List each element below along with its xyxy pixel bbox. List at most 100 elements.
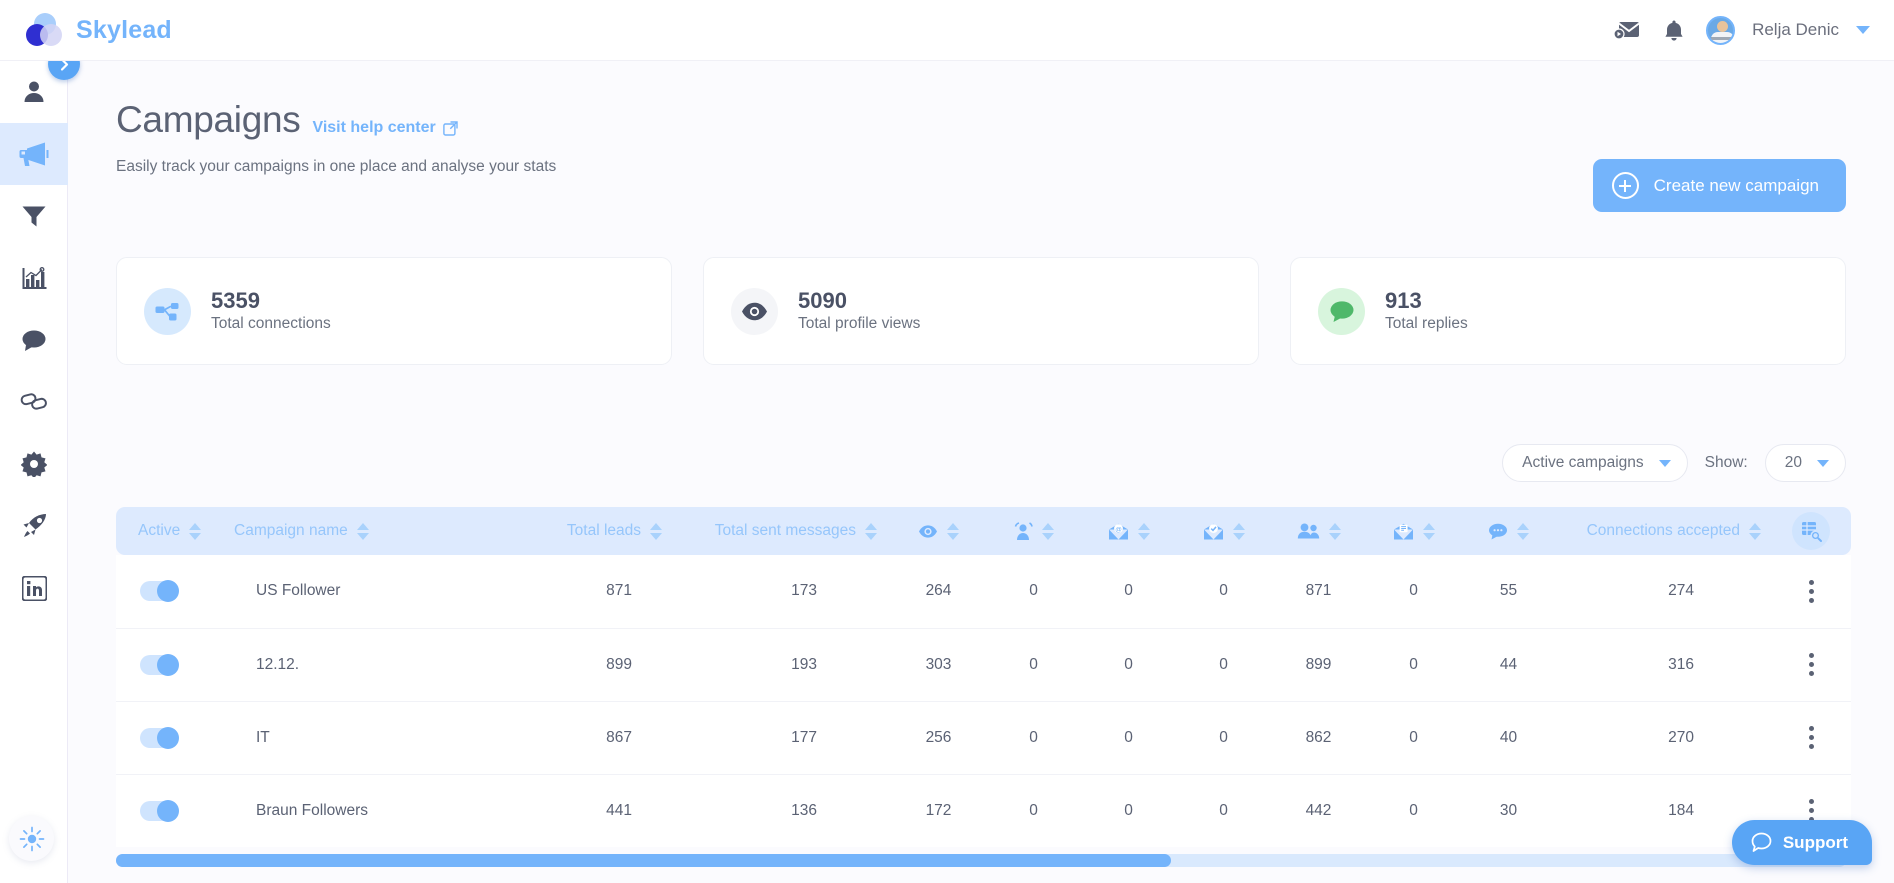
visit-help-center-link[interactable]: Visit help center (312, 119, 458, 137)
campaign-active-toggle[interactable] (140, 726, 179, 749)
sort-toggle-icon[interactable] (1749, 522, 1761, 540)
sidebar-item-campaigns[interactable] (0, 123, 68, 185)
col-profile-views[interactable] (891, 507, 986, 555)
sort-toggle-icon[interactable] (189, 522, 202, 540)
col-inmails-sent[interactable]: @ (1081, 507, 1176, 555)
col-connections-accepted[interactable]: Connections accepted (1556, 507, 1771, 555)
cell-total-sent: 177 (676, 701, 891, 775)
kebab-menu-icon[interactable] (1771, 726, 1851, 749)
table-row[interactable]: US Follower 871 173 264 0 0 0 871 0 55 2… (116, 555, 1851, 629)
cell-profile-views: 172 (891, 774, 986, 847)
stat-cards: 5359 Total connections 5090 Total profil… (116, 257, 1846, 365)
campaign-active-toggle[interactable] (140, 580, 179, 603)
cell-inmails-sent: 0 (1081, 628, 1176, 702)
sort-toggle-icon[interactable] (1422, 522, 1435, 540)
theme-toggle-button[interactable] (9, 816, 54, 861)
kebab-menu-icon[interactable] (1771, 579, 1851, 603)
rocket-icon (23, 514, 46, 537)
cell-email-replies: 0 (1366, 555, 1461, 629)
sidebar-item-analytics[interactable] (0, 247, 68, 309)
chevron-down-icon[interactable] (1856, 26, 1870, 34)
cell-inmails-opened: 0 (1176, 628, 1271, 702)
support-label: Support (1782, 832, 1848, 852)
brand-name: Skylead (76, 15, 172, 44)
mail-icon[interactable] (1612, 15, 1642, 45)
cell-total-sent: 173 (676, 555, 891, 629)
follow-person-icon (1014, 521, 1033, 540)
chevron-down-icon (1817, 459, 1829, 467)
user-name: Relja Denic (1752, 20, 1839, 39)
column-settings-button[interactable] (1792, 512, 1830, 550)
sort-toggle-icon[interactable] (1328, 522, 1341, 540)
avatar[interactable] (1706, 15, 1736, 45)
stat-card-profile-views: 5090 Total profile views (703, 257, 1259, 365)
support-button[interactable]: Support (1731, 820, 1872, 865)
cell-active (116, 628, 216, 702)
cell-follows: 0 (986, 774, 1081, 847)
stat-card-connections: 5359 Total connections (116, 257, 672, 365)
col-campaign-name[interactable]: Campaign name (216, 507, 516, 555)
col-settings[interactable] (1771, 507, 1851, 555)
cell-connections-accepted: 274 (1556, 555, 1771, 629)
sidebar-item-integrations[interactable] (0, 371, 68, 433)
campaign-status-dropdown[interactable]: Active campaigns (1502, 444, 1688, 482)
col-active[interactable]: Active (116, 507, 216, 555)
create-button-label: Create new campaign (1653, 175, 1819, 195)
eye-icon (919, 524, 937, 538)
col-inmails-opened[interactable] (1176, 507, 1271, 555)
horizontal-scrollbar[interactable] (116, 854, 1846, 867)
cell-follows: 0 (986, 701, 1081, 775)
chat-bubble-icon (1318, 287, 1365, 335)
sort-toggle-icon[interactable] (947, 522, 959, 540)
cell-active (116, 555, 216, 629)
inmail-opened-icon (1203, 523, 1223, 539)
cell-follows: 0 (986, 555, 1081, 629)
gear-icon (21, 451, 47, 477)
kebab-menu-icon[interactable] (1771, 799, 1851, 823)
table-row[interactable]: Braun Followers 441 136 172 0 0 0 442 0 … (116, 774, 1851, 847)
cell-messages: 30 (1461, 774, 1556, 847)
col-email-replies[interactable] (1366, 507, 1461, 555)
table-row[interactable]: IT 867 177 256 0 0 0 862 0 40 270 (116, 701, 1851, 775)
email-reply-icon (1393, 523, 1413, 539)
table-filter-bar: Active campaigns Show: 20 (1502, 444, 1846, 482)
megaphone-icon (19, 142, 49, 166)
bell-icon[interactable] (1659, 15, 1689, 45)
brand-logo[interactable]: Skylead (22, 13, 172, 47)
sidebar-item-boost[interactable] (0, 495, 68, 557)
sort-toggle-icon[interactable] (1137, 522, 1150, 540)
col-total-sent-messages[interactable]: Total sent messages (676, 507, 891, 555)
column-settings-icon (1801, 521, 1822, 542)
sort-toggle-icon[interactable] (1517, 522, 1529, 540)
chevron-down-icon (1658, 459, 1671, 467)
cell-connections-sent: 442 (1271, 774, 1366, 847)
cell-inmails-opened: 0 (1176, 701, 1271, 775)
scrollbar-thumb[interactable] (116, 854, 1171, 867)
show-count-dropdown[interactable]: 20 (1764, 444, 1846, 482)
chat-icon (22, 330, 46, 351)
campaign-active-toggle[interactable] (140, 799, 179, 822)
cell-campaign-name: US Follower (216, 555, 516, 629)
sidebar-item-filters[interactable] (0, 185, 68, 247)
create-new-campaign-button[interactable]: Create new campaign (1592, 159, 1846, 212)
col-total-leads[interactable]: Total leads (516, 507, 676, 555)
col-connections-sent[interactable] (1271, 507, 1366, 555)
sort-toggle-icon[interactable] (865, 522, 877, 540)
table-row[interactable]: 12.12. 899 193 303 0 0 0 899 0 44 316 (116, 628, 1851, 702)
campaign-active-toggle[interactable] (140, 653, 179, 676)
svg-text:@: @ (1115, 526, 1122, 533)
sort-toggle-icon[interactable] (650, 522, 662, 540)
cell-profile-views: 264 (891, 555, 986, 629)
sort-toggle-icon[interactable] (356, 522, 369, 540)
cell-total-leads: 899 (516, 628, 676, 702)
col-follows[interactable] (986, 507, 1081, 555)
col-messages[interactable] (1461, 507, 1556, 555)
sort-toggle-icon[interactable] (1041, 522, 1054, 540)
sidebar-item-linkedin[interactable] (0, 557, 68, 619)
sidebar-item-inbox[interactable] (0, 309, 68, 371)
linkedin-icon (21, 575, 47, 601)
cell-messages: 40 (1461, 701, 1556, 775)
sidebar-item-settings[interactable] (0, 433, 68, 495)
kebab-menu-icon[interactable] (1771, 653, 1851, 676)
sort-toggle-icon[interactable] (1232, 522, 1245, 540)
